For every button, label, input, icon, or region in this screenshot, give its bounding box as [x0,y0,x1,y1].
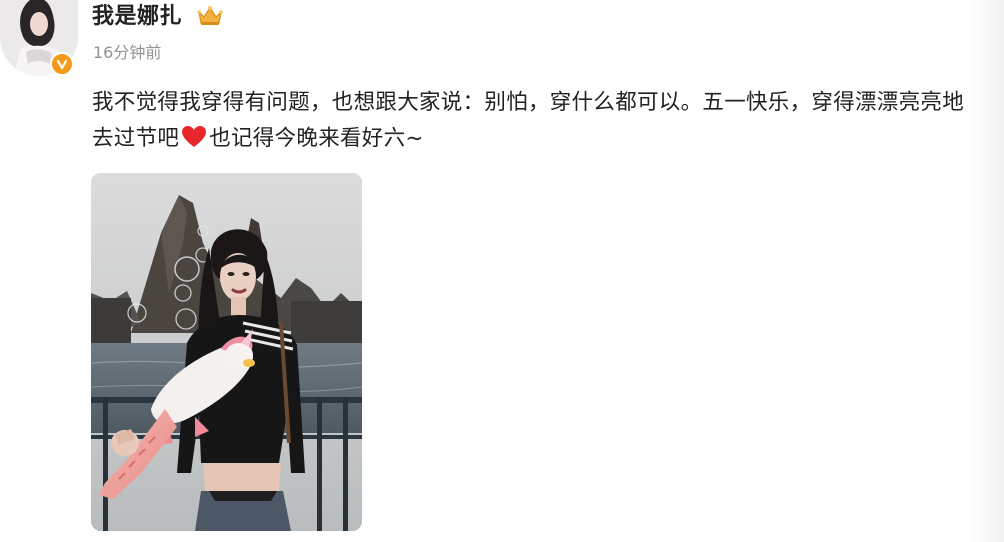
post-text-part-2: 也记得今晚来看好六~ [209,126,424,151]
username[interactable]: 我是娜扎 [92,2,182,32]
red-heart-icon [181,125,207,161]
crown-icon[interactable] [196,5,224,31]
page-edge [970,0,1004,542]
verified-icon [50,52,74,76]
post-timestamp[interactable]: 16分钟前 [93,42,161,64]
post-photo[interactable] [91,173,362,531]
weibo-post: 我是娜扎 16分钟前 我不觉得我穿得有问题，也想跟大家说：别怕，穿什么都可以。五… [0,0,1004,542]
post-text: 我不觉得我穿得有问题，也想跟大家说：别怕，穿什么都可以。五一快乐，穿得漂漂亮亮地… [92,85,972,161]
